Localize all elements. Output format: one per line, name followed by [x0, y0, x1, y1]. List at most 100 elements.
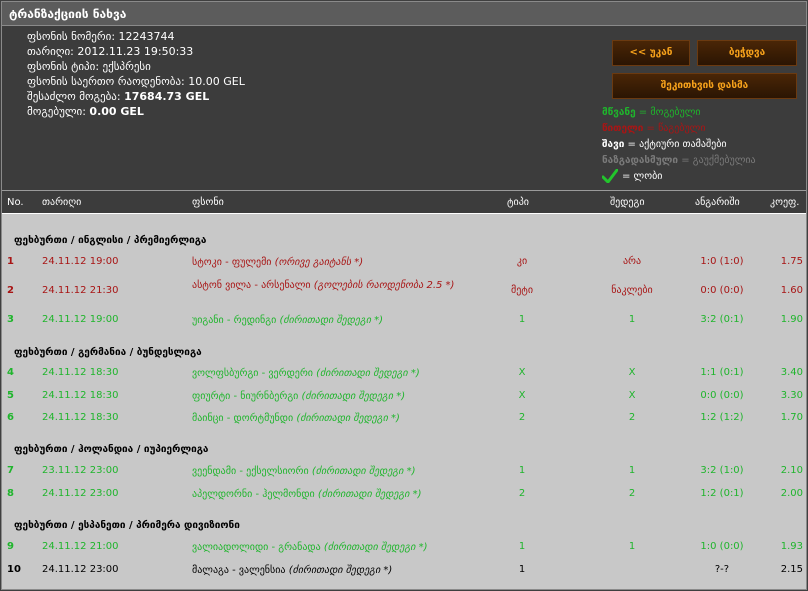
legend-eq: =: [635, 107, 651, 118]
ask-question-button[interactable]: შეკითხვის დასმა: [612, 73, 797, 99]
event-name: ვოლფსბურგი - ვერდერი: [192, 368, 317, 379]
row-bet-type: 1: [518, 465, 526, 476]
row-odds: 1.70: [780, 412, 803, 423]
row-event: ვალიადოლიდი - გრანადა (ძირითადი შედეგი *…: [192, 541, 492, 554]
event-market: (ძირითადი შედეგი *): [288, 565, 393, 576]
legend-desc: მოგებული: [650, 107, 701, 118]
col-odds: კოეფ.: [770, 197, 800, 208]
row-bet-type: 1: [518, 541, 526, 552]
row-score: 0:0 (0:0): [700, 390, 744, 401]
row-date: 24.11.12 23:00: [42, 488, 119, 499]
legend-desc: წაგებული: [658, 123, 706, 134]
row-bet-type: 2: [518, 488, 526, 499]
row-number: 3: [7, 314, 14, 325]
row-odds: 1.90: [780, 314, 803, 325]
info-line: ფსონის ნომერი: 12243744: [27, 30, 175, 43]
row-odds: 2.10: [780, 465, 803, 476]
row-score: 0:0 (0:0): [700, 285, 744, 296]
event-market: (ძირითადი შედეგი *): [296, 413, 400, 424]
row-outcome: X: [628, 367, 636, 378]
row-score: 1:2 (1:2): [700, 412, 744, 423]
event-name: ვეენდამი - ექსელსიორი: [192, 466, 312, 477]
info-value: 12243744: [118, 30, 175, 43]
legend-item: მწვანე = მოგებული: [602, 107, 701, 118]
row-score: ?-?: [714, 564, 730, 575]
event-market: (გოლების რაოდენობა 2.5 *): [313, 280, 455, 291]
info-label: შესაძლო მოგება:: [27, 90, 125, 103]
info-label: ფსონის ნომერი:: [27, 30, 119, 43]
row-event: ფიურტი - ნიურნბერგი (ძირითადი შედეგი *): [192, 390, 492, 403]
window-title: ტრანზაქციის ნახვა: [9, 7, 127, 21]
legend-eq: =: [678, 155, 693, 166]
info-label: ფსონის საერთო რაოდენობა:: [27, 75, 189, 88]
row-date: 24.11.12 19:00: [42, 314, 119, 325]
row-outcome: 2: [628, 488, 636, 499]
row-bet-type: მეტი: [510, 285, 534, 296]
row-date: 24.11.12 21:30: [42, 285, 119, 296]
info-line: შესაძლო მოგება: 17684.73 GEL: [27, 90, 209, 103]
legend-eq: =: [624, 139, 640, 150]
row-outcome: 1: [628, 541, 636, 552]
bet-table: No. თარიღი ფსონი ტიპი შედეგი ანგარიში კო…: [2, 190, 806, 589]
row-number: 7: [7, 465, 14, 476]
row-outcome: არა: [622, 256, 642, 267]
info-value: 2012.11.23 19:50:33: [77, 45, 194, 58]
row-event: სტოკი - ფულემი (ორივე გაიტანს *): [192, 256, 492, 269]
legend-key: ნაზგადასმული: [602, 155, 679, 166]
event-market: (ძირითადი შედეგი *): [317, 489, 422, 500]
row-event: უიგანი - რედინგი (ძირითადი შედეგი *): [192, 314, 492, 327]
legend-desc: გაუქმებულია: [692, 155, 756, 166]
back-button[interactable]: << უკან: [612, 40, 690, 66]
row-bet-type: 1: [518, 564, 526, 575]
row-date: 24.11.12 21:00: [42, 541, 119, 552]
info-line: მოგებული: 0.00 GEL: [27, 105, 144, 118]
event-name: ვალიადოლიდი - გრანადა: [192, 542, 324, 553]
row-number: 5: [7, 390, 14, 401]
row-bet-type: X: [518, 367, 526, 378]
event-name: აპელდორნი - ჰელმონდი: [192, 489, 318, 500]
row-date: 24.11.12 18:30: [42, 367, 119, 378]
league-header: ფეხბურთი / ესპანეთი / პრიმერა დივიზიონი: [14, 520, 240, 531]
row-number: 4: [7, 367, 14, 378]
info-value: 0.00 GEL: [89, 105, 144, 118]
print-button[interactable]: ბეჭდვა: [697, 40, 797, 66]
row-odds: 2.15: [780, 564, 803, 575]
row-score: 1:0 (0:0): [700, 541, 744, 552]
row-date: 24.11.12 18:30: [42, 412, 119, 423]
row-event: მაინცი - დორტმუნდი (ძირითადი შედეგი *): [192, 412, 492, 425]
info-line: ფსონის საერთო რაოდენობა: 10.00 GEL: [27, 75, 245, 88]
info-label: ფსონის ტიპი:: [27, 60, 103, 73]
league-header: ფეხბურთი / გერმანია / ბუნდესლიგა: [14, 347, 202, 358]
event-name: მაინცი - დორტმუნდი: [192, 413, 297, 424]
row-outcome: ნაკლები: [611, 285, 653, 296]
row-score: 1:2 (0:1): [700, 488, 744, 499]
event-name: უიგანი - რედინგი: [192, 315, 280, 326]
row-odds: 1.60: [780, 285, 803, 296]
row-odds: 1.75: [780, 256, 803, 267]
info-line: თარიღი: 2012.11.23 19:50:33: [27, 45, 193, 58]
info-label: თარიღი:: [27, 45, 78, 58]
event-market: (ძირითადი შედეგი *): [301, 391, 406, 402]
league-header: ფეხბურთი / ინგლისი / პრემიერლიგა: [14, 235, 207, 246]
info-value: 17684.73 GEL: [124, 90, 210, 103]
row-bet-type: 2: [518, 412, 526, 423]
legend-item: ნაზგადასმული = გაუქმებულია: [602, 155, 756, 166]
event-market: (ძირითადი შედეგი *): [323, 542, 428, 553]
row-number: 9: [7, 541, 14, 552]
legend-key: მწვანე: [602, 107, 636, 118]
legend-key: შავი: [602, 139, 625, 150]
row-event: აპელდორნი - ჰელმონდი (ძირითადი შედეგი *): [192, 488, 492, 501]
info-value: 10.00 GEL: [188, 75, 245, 88]
event-market: (ძირითადი შედეგი *): [311, 466, 416, 477]
title-bar: ტრანზაქციის ნახვა: [2, 2, 806, 26]
event-name: ფიურტი - ნიურნბერგი: [192, 391, 302, 402]
col-type: ტიპი: [507, 197, 529, 208]
legend-key: წითელი: [602, 123, 644, 134]
info-line: ფსონის ტიპი: ექსპრესი: [27, 60, 151, 73]
league-header: ფეხბურთი / ჰოლანდია / იუპიერლიგა: [14, 444, 209, 455]
row-number: 2: [7, 285, 14, 296]
table-header: No. თარიღი ფსონი ტიპი შედეგი ანგარიში კო…: [2, 191, 806, 214]
row-bet-type: 1: [518, 314, 526, 325]
event-market: (ძირითადი შედეგი *): [316, 368, 420, 379]
legend-item: წითელი = წაგებული: [602, 123, 706, 134]
